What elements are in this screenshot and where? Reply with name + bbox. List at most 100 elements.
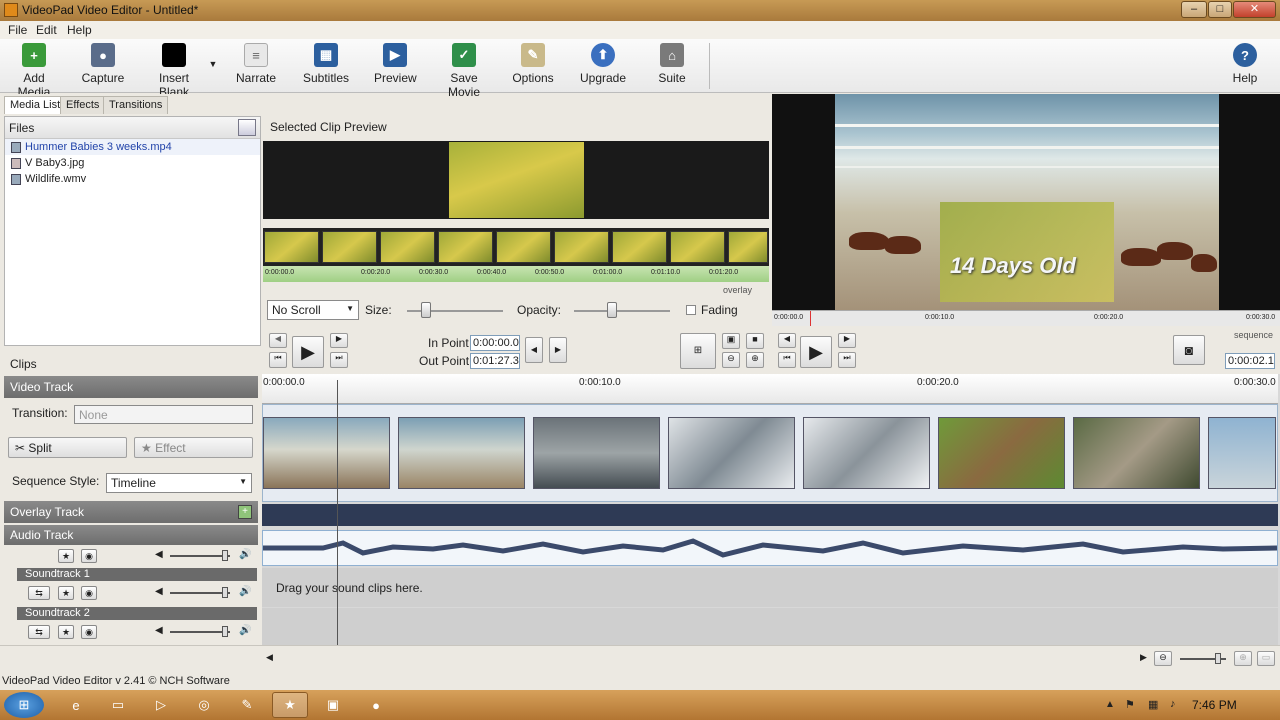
set-in-point-button[interactable]: ◀	[525, 337, 543, 363]
suite-button[interactable]: ⌂ Suite	[655, 43, 689, 85]
play-sequence-button[interactable]: ▶	[800, 336, 832, 368]
add-overlay-icon[interactable]: +	[238, 505, 252, 519]
effect-button[interactable]: ★ Effect	[134, 437, 253, 458]
prev-frame-button[interactable]: ◀	[269, 333, 287, 348]
minimize-button[interactable]: –	[1181, 1, 1207, 18]
mute-speaker-icon[interactable]: ◀	[155, 549, 163, 560]
timeline-clip[interactable]	[938, 417, 1065, 489]
next-frame-button[interactable]: ▶	[330, 333, 348, 348]
volume-slider-thumb[interactable]	[222, 550, 228, 561]
star-icon[interactable]: ★	[58, 549, 74, 563]
timeline-clip[interactable]	[398, 417, 525, 489]
speaker-icon[interactable]: 🔊	[239, 586, 251, 597]
zoom-fit-icon[interactable]: ■	[746, 333, 764, 349]
subtitles-button[interactable]: ▦ Subtitles	[303, 43, 349, 85]
star-icon[interactable]: ★	[58, 625, 74, 639]
timeline-clip[interactable]	[533, 417, 660, 489]
transition-select[interactable]: None	[74, 405, 253, 424]
seq-go-start-button[interactable]: ⏮	[778, 352, 796, 368]
explorer-icon[interactable]: ▭	[100, 692, 136, 718]
clip-filmstrip[interactable]	[263, 228, 769, 266]
narrate-button[interactable]: ≡ Narrate	[236, 43, 276, 85]
go-start-button[interactable]: ⏮	[269, 352, 287, 368]
seq-next-frame-button[interactable]: ▶	[838, 333, 856, 348]
zoom-in-icon[interactable]: ⊕	[746, 352, 764, 368]
tab-effects[interactable]: Effects	[60, 96, 106, 114]
soundtrack2-lane[interactable]	[262, 608, 1278, 645]
position-grid-icon[interactable]: ⊞	[680, 333, 716, 369]
size-slider-thumb[interactable]	[421, 302, 432, 318]
volume-slider-thumb[interactable]	[222, 587, 228, 598]
preview-button[interactable]: ▶ Preview	[374, 43, 417, 85]
opacity-slider-thumb[interactable]	[607, 302, 618, 318]
audio-track-lane[interactable]	[262, 530, 1278, 566]
star-icon[interactable]: ★	[58, 586, 74, 600]
timeline-zoom-thumb[interactable]	[1215, 653, 1221, 664]
soundtrack1-lane[interactable]: Drag your sound clips here.	[262, 568, 1278, 607]
sequence-time-ruler[interactable]: 0:00:00.0 0:00:10.0 0:00:20.0 0:00:30.0	[772, 310, 1280, 326]
tab-media-list[interactable]: Media List	[4, 96, 67, 114]
timeline-clip[interactable]	[263, 417, 390, 489]
scroll-mode-select[interactable]: No Scroll ▼	[267, 300, 359, 320]
sequence-time-field[interactable]: 0:00:02.1	[1225, 353, 1275, 369]
volume-slider[interactable]	[170, 592, 230, 594]
volume-slider[interactable]	[170, 555, 230, 557]
preview-playhead[interactable]	[810, 311, 811, 326]
zoom-in-timeline-icon[interactable]: ⊕	[1234, 651, 1252, 666]
volume-slider[interactable]	[170, 631, 230, 633]
upgrade-button[interactable]: ⬆ Upgrade	[580, 43, 626, 85]
in-point-field[interactable]: 0:00:00.0	[470, 335, 520, 351]
sequence-style-select[interactable]: Timeline ▼	[106, 473, 252, 493]
maximize-button[interactable]: □	[1208, 1, 1232, 18]
mute-speaker-icon[interactable]: ◀	[155, 586, 163, 597]
files-menu-icon[interactable]	[238, 119, 256, 136]
timeline-clip[interactable]	[803, 417, 930, 489]
crop-icon[interactable]: ▣	[722, 333, 740, 349]
tray-arrow-icon[interactable]: ▲	[1105, 699, 1115, 710]
options-button[interactable]: ✎ Options	[511, 43, 555, 85]
save-movie-button[interactable]: ✓ Save Movie	[434, 43, 494, 99]
videopad-task-icon[interactable]: ★	[272, 692, 308, 718]
timeline-ruler[interactable]: 0:00:00.0 0:00:10.0 0:00:20.0 0:00:30.0	[262, 374, 1278, 404]
go-end-button[interactable]: ⏭	[330, 352, 348, 368]
volume-slider-thumb[interactable]	[222, 626, 228, 637]
menu-help[interactable]: Help	[67, 23, 92, 37]
tab-transitions[interactable]: Transitions	[103, 96, 169, 114]
overlay-track-lane[interactable]	[262, 504, 1278, 526]
timeline-clip[interactable]	[1208, 417, 1276, 489]
seq-prev-frame-button[interactable]: ◀	[778, 333, 796, 348]
timeline-clip[interactable]	[1073, 417, 1200, 489]
chrome-icon[interactable]: ◎	[186, 692, 222, 718]
timeline-playhead[interactable]	[337, 380, 338, 645]
speaker-icon[interactable]: 🔊	[239, 625, 251, 636]
audio-settings-icon[interactable]: ◉	[81, 549, 97, 563]
scroll-right-icon[interactable]: ▶	[1140, 652, 1147, 663]
tray-flag-icon[interactable]: ⚑	[1125, 698, 1135, 711]
media-player-icon[interactable]: ▷	[143, 692, 179, 718]
start-button[interactable]: ⊞	[4, 692, 44, 718]
help-button[interactable]: ? Help	[1229, 43, 1261, 85]
timeline-clip[interactable]	[668, 417, 795, 489]
app-icon[interactable]: ✎	[229, 692, 265, 718]
mute-speaker-icon[interactable]: ◀	[155, 625, 163, 636]
set-out-point-button[interactable]: ▶	[549, 337, 567, 363]
soundtrack1-expand-icon[interactable]: ⇆	[28, 586, 50, 600]
zoom-out-icon[interactable]: ⊖	[722, 352, 740, 368]
out-point-field[interactable]: 0:01:27.3	[470, 353, 520, 369]
scroll-left-icon[interactable]: ◀	[266, 652, 273, 663]
tray-network-icon[interactable]: ▦	[1148, 698, 1158, 711]
seq-go-end-button[interactable]: ⏭	[838, 352, 856, 368]
clock[interactable]: 7:46 PM	[1192, 698, 1237, 712]
close-button[interactable]: ✕	[1233, 1, 1276, 18]
list-item[interactable]: V Baby3.jpg	[5, 155, 260, 171]
fading-checkbox[interactable]	[686, 305, 696, 315]
ie-icon[interactable]: e	[58, 692, 94, 718]
app-icon[interactable]: ▣	[315, 692, 351, 718]
menu-edit[interactable]: Edit	[36, 23, 57, 37]
capture-button[interactable]: ● Capture	[80, 43, 126, 85]
snapshot-camera-icon[interactable]: ◙	[1173, 335, 1205, 365]
audio-settings-icon[interactable]: ◉	[81, 586, 97, 600]
tray-volume-icon[interactable]: ♪	[1170, 698, 1176, 710]
opacity-slider-track[interactable]	[574, 310, 670, 312]
soundtrack2-expand-icon[interactable]: ⇆	[28, 625, 50, 639]
